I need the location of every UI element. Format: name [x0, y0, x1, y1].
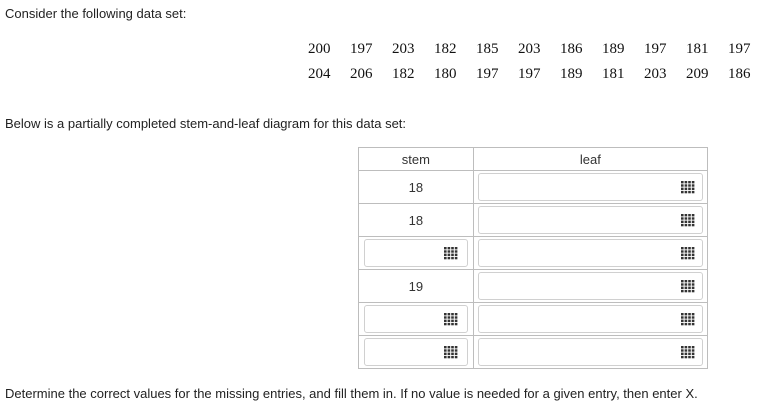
dataset-value: 181	[602, 66, 625, 82]
dataset-value: 186	[560, 41, 583, 57]
keypad-icon[interactable]	[680, 212, 696, 228]
leaf-input[interactable]	[478, 306, 702, 332]
dataset-value: 200	[308, 41, 331, 57]
leaf-cell	[472, 302, 709, 336]
stem-and-leaf-table: stem leaf 18 18 19	[358, 147, 709, 369]
dataset-value: 189	[602, 41, 625, 57]
leaf-cell	[472, 335, 709, 369]
dataset-value: 209	[686, 66, 709, 82]
table-row: 18	[358, 170, 709, 204]
leaf-input[interactable]	[478, 339, 702, 365]
stem-cell: 18	[358, 203, 474, 237]
dataset-value: 204	[308, 66, 331, 82]
dataset-row-2: 204 206 182 180 197 197 189 181 203 209 …	[308, 62, 758, 87]
dataset-row-1: 200 197 203 182 185 203 186 189 197 181 …	[308, 37, 758, 62]
table-row: 18	[358, 203, 709, 237]
table-row	[358, 302, 709, 336]
leaf-cell	[472, 170, 709, 204]
keypad-icon[interactable]	[443, 344, 459, 360]
dataset-value: 197	[518, 66, 541, 82]
stem-cell: 19	[358, 269, 474, 303]
intro-text: Consider the following data set:	[5, 6, 187, 21]
keypad-icon[interactable]	[680, 344, 696, 360]
keypad-icon[interactable]	[443, 245, 459, 261]
stem-header: stem	[358, 147, 474, 171]
table-row: 19	[358, 269, 709, 303]
directions-text: Determine the correct values for the mis…	[5, 386, 698, 401]
keypad-icon[interactable]	[680, 245, 696, 261]
dataset-value: 206	[350, 66, 373, 82]
table-row	[358, 335, 709, 369]
leaf-field	[477, 338, 703, 366]
keypad-icon[interactable]	[443, 311, 459, 327]
stem-field	[364, 239, 468, 267]
dataset-value: 185	[476, 41, 499, 57]
keypad-icon[interactable]	[680, 179, 696, 195]
instruction-text: Below is a partially completed stem-and-…	[5, 116, 407, 131]
dataset-value: 182	[434, 41, 457, 57]
table-row	[358, 236, 709, 270]
leaf-input[interactable]	[478, 207, 702, 233]
dataset-value: 203	[392, 41, 415, 57]
dataset-value: 180	[434, 66, 457, 82]
keypad-icon[interactable]	[680, 278, 696, 294]
leaf-field	[477, 305, 703, 333]
dataset-value: 203	[644, 66, 667, 82]
leaf-field	[477, 272, 703, 300]
dataset-value: 181	[686, 41, 709, 57]
dataset-value: 182	[392, 66, 415, 82]
dataset-value: 197	[350, 41, 373, 57]
leaf-cell	[472, 269, 709, 303]
leaf-field	[477, 173, 703, 201]
leaf-field	[477, 239, 703, 267]
dataset-value: 197	[476, 66, 499, 82]
dataset-value: 197	[728, 41, 751, 57]
stem-field	[364, 305, 468, 333]
dataset-value: 197	[644, 41, 667, 57]
stem-cell: 18	[358, 170, 474, 204]
leaf-cell	[472, 203, 709, 237]
stem-cell	[358, 236, 474, 270]
stem-cell	[358, 335, 474, 369]
dataset-value: 203	[518, 41, 541, 57]
stem-cell	[358, 302, 474, 336]
dataset: 200 197 203 182 185 203 186 189 197 181 …	[308, 37, 758, 87]
leaf-cell	[472, 236, 709, 270]
leaf-input[interactable]	[478, 273, 702, 299]
leaf-field	[477, 206, 703, 234]
leaf-header: leaf	[472, 147, 709, 171]
leaf-input[interactable]	[478, 240, 702, 266]
leaf-input[interactable]	[478, 174, 702, 200]
dataset-value: 189	[560, 66, 583, 82]
keypad-icon[interactable]	[680, 311, 696, 327]
stem-field	[364, 338, 468, 366]
dataset-value: 186	[728, 66, 751, 82]
